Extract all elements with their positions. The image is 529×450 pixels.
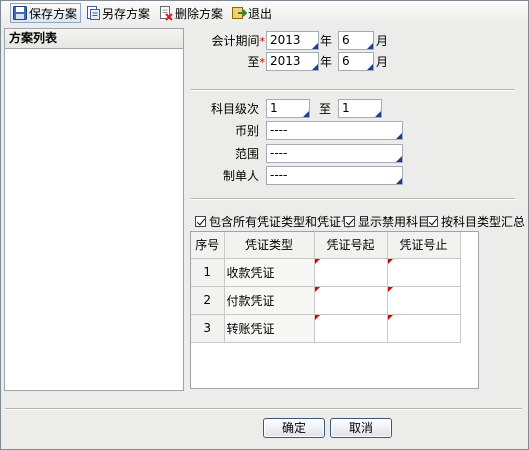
voucher-type-cell: 收款凭证 — [224, 258, 315, 287]
maker-label: 制单人 — [222, 169, 259, 183]
period-to-label-wrap: 至* — [197, 53, 265, 71]
scope-select[interactable]: ---- — [266, 144, 403, 163]
period-from-month-input[interactable]: 6 — [338, 31, 374, 50]
voucher-start-input[interactable] — [314, 314, 388, 343]
show-disabled-label: 显示禁用科目 — [358, 214, 431, 229]
toolbar: 保存方案 另存方案 删除方案 退出 — [1, 1, 528, 25]
plan-list-panel: 方案列表 — [4, 28, 184, 391]
year-unit-label: 年 — [320, 55, 333, 69]
column-header-type: 凭证类型 — [224, 232, 315, 259]
delete-plan-button[interactable]: 删除方案 — [156, 3, 227, 23]
group-by-type-checkbox[interactable]: 按科目类型汇总 — [427, 213, 525, 229]
level-to-label: 至 — [318, 102, 331, 116]
period-from-label-wrap: 会计期间* — [197, 32, 265, 50]
voucher-type-cell: 付款凭证 — [224, 286, 315, 315]
divider — [191, 89, 515, 91]
level-to-input[interactable]: 1 — [338, 99, 382, 118]
save-icon — [13, 6, 27, 20]
required-mark: * — [259, 35, 266, 48]
exit-label: 退出 — [248, 6, 273, 21]
plan-window: 保存方案 另存方案 删除方案 退出 方案列表 会计期间* 2013 年 6 月 … — [0, 0, 529, 450]
required-mark: * — [259, 56, 266, 69]
period-from-year-input[interactable]: 2013 — [266, 31, 319, 50]
row-number: 1 — [191, 258, 225, 287]
table-row: 2 付款凭证 — [191, 286, 461, 315]
divider — [191, 198, 515, 200]
voucher-end-input[interactable] — [387, 286, 461, 315]
exit-icon — [232, 7, 248, 19]
voucher-start-input[interactable] — [314, 286, 388, 315]
cancel-button[interactable]: 取消 — [330, 418, 392, 438]
period-to-label: 至 — [247, 55, 260, 69]
plan-list[interactable] — [5, 49, 183, 390]
divider — [5, 408, 522, 410]
voucher-start-input[interactable] — [314, 258, 388, 287]
include-all-checkbox[interactable]: 包含所有凭证类型和凭证号 — [195, 213, 353, 229]
save-as-plan-button[interactable]: 另存方案 — [83, 3, 154, 23]
column-header-start: 凭证号起 — [314, 232, 388, 259]
plan-list-title: 方案列表 — [5, 29, 183, 49]
scope-label: 范围 — [234, 147, 259, 161]
maker-select[interactable]: ---- — [266, 166, 403, 185]
delete-plan-label: 删除方案 — [175, 6, 224, 21]
column-header-number: 序号 — [191, 232, 225, 259]
voucher-end-input[interactable] — [387, 314, 461, 343]
table-row: 1 收款凭证 — [191, 258, 461, 287]
save-as-icon — [87, 6, 101, 20]
table-header-row: 序号 凭证类型 凭证号起 凭证号止 — [191, 232, 461, 259]
checkbox-box[interactable] — [344, 215, 355, 227]
row-number: 3 — [191, 314, 225, 343]
level-label: 科目级次 — [210, 102, 259, 116]
month-unit-label: 月 — [376, 55, 389, 69]
save-plan-label: 保存方案 — [29, 6, 78, 21]
month-unit-label: 月 — [376, 34, 389, 48]
year-unit-label: 年 — [320, 34, 333, 48]
currency-select[interactable]: ---- — [266, 121, 403, 140]
save-plan-button[interactable]: 保存方案 — [10, 3, 82, 23]
row-number: 2 — [191, 286, 225, 315]
delete-icon — [160, 6, 173, 21]
period-from-label: 会计期间 — [211, 34, 260, 48]
voucher-end-input[interactable] — [387, 258, 461, 287]
checkbox-box[interactable] — [195, 215, 206, 227]
period-to-year-input[interactable]: 2013 — [266, 52, 319, 71]
level-from-input[interactable]: 1 — [266, 99, 310, 118]
include-all-label: 包含所有凭证类型和凭证号 — [209, 214, 354, 229]
checkbox-box[interactable] — [427, 215, 438, 227]
currency-label: 币别 — [234, 124, 259, 138]
period-to-month-input[interactable]: 6 — [338, 52, 374, 71]
table-row: 3 转账凭证 — [191, 314, 461, 343]
ok-button[interactable]: 确定 — [263, 418, 325, 438]
voucher-grid: 序号 凭证类型 凭证号起 凭证号止 1 收款凭证 2 付款凭证 3 转账凭证 — [190, 231, 479, 389]
voucher-type-cell: 转账凭证 — [224, 314, 315, 343]
exit-button[interactable]: 退出 — [229, 3, 276, 23]
save-as-plan-label: 另存方案 — [102, 6, 151, 21]
column-header-end: 凭证号止 — [387, 232, 461, 259]
voucher-table: 序号 凭证类型 凭证号起 凭证号止 1 收款凭证 2 付款凭证 3 转账凭证 — [191, 232, 461, 343]
show-disabled-checkbox[interactable]: 显示禁用科目 — [344, 213, 430, 229]
group-by-type-label: 按科目类型汇总 — [441, 214, 526, 229]
